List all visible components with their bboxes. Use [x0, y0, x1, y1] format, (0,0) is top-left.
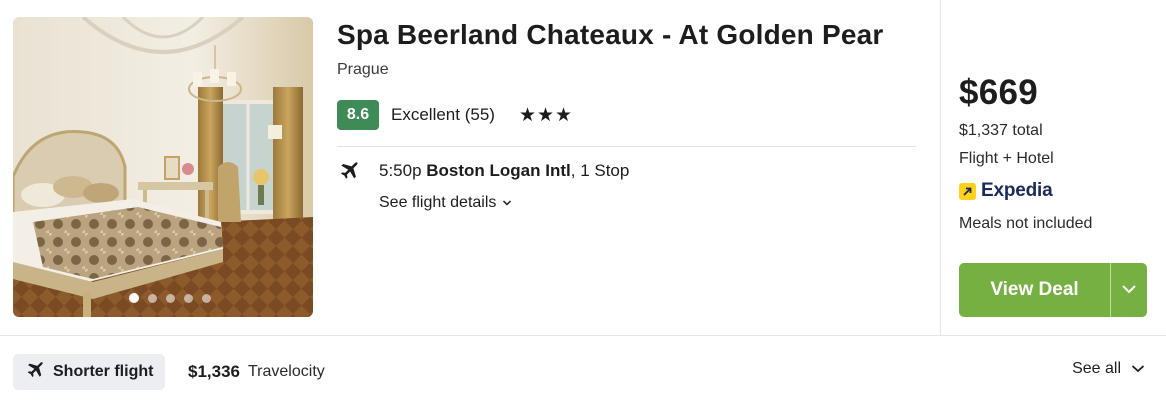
- rating-text[interactable]: Excellent (55): [391, 105, 495, 125]
- alternate-provider[interactable]: Travelocity: [248, 363, 325, 381]
- hotel-result-card: Spa Beerland Chateaux - At Golden Pear P…: [0, 0, 1166, 406]
- provider-name: Expedia: [981, 180, 1053, 201]
- chevron-down-icon: [502, 194, 512, 212]
- divider: [337, 146, 916, 147]
- alternate-deals-bar: Shorter flight $1,336 Travelocity See al…: [0, 336, 1166, 406]
- airplane-icon: [337, 159, 361, 183]
- see-all-button[interactable]: See all: [1072, 360, 1145, 378]
- expedia-logo-icon: [959, 182, 976, 200]
- chevron-down-icon: [1131, 360, 1145, 378]
- see-all-label: See all: [1072, 360, 1121, 377]
- view-deal-button[interactable]: View Deal: [959, 263, 1110, 317]
- carousel-dot[interactable]: [202, 293, 211, 303]
- deal-options-dropdown[interactable]: [1111, 263, 1147, 317]
- score-badge: 8.6: [337, 100, 379, 130]
- rating-row: 8.6 Excellent (55) ★★★: [337, 100, 573, 130]
- hotel-name[interactable]: Spa Beerland Chateaux - At Golden Pear: [337, 19, 883, 51]
- column-divider: [940, 0, 941, 336]
- chevron-down-icon: [1121, 281, 1137, 299]
- flight-text: 5:50p Boston Logan Intl, 1 Stop: [379, 161, 629, 181]
- hotel-photo-carousel[interactable]: [13, 17, 313, 317]
- carousel-dot[interactable]: [148, 293, 157, 303]
- provider[interactable]: Expedia: [959, 179, 1053, 203]
- flight-airport: Boston Logan Intl: [426, 161, 571, 180]
- flight-summary: 5:50p Boston Logan Intl, 1 Stop: [337, 158, 629, 184]
- shorter-flight-chip[interactable]: Shorter flight: [13, 354, 166, 390]
- package-type: Flight + Hotel: [959, 150, 1054, 167]
- carousel-dot[interactable]: [184, 293, 193, 303]
- airplane-icon: [25, 360, 45, 385]
- star-rating: ★★★: [518, 104, 574, 126]
- flight-time: 5:50p: [379, 161, 427, 180]
- deal-total: $1,337 total: [959, 122, 1043, 139]
- deal-price: $669: [959, 73, 1039, 112]
- flight-stops: , 1 Stop: [570, 161, 630, 180]
- see-flight-details-link[interactable]: See flight details: [379, 194, 512, 212]
- view-deal-button-group: View Deal: [959, 263, 1147, 317]
- chip-label: Shorter flight: [53, 363, 154, 380]
- carousel-dot[interactable]: [166, 293, 175, 303]
- hotel-city: Prague: [337, 61, 389, 78]
- carousel-dot[interactable]: [129, 293, 139, 303]
- hotel-room-photo: [13, 17, 313, 317]
- flight-details-label: See flight details: [379, 194, 497, 211]
- carousel-dots: [13, 293, 313, 303]
- alternate-price[interactable]: $1,336: [188, 362, 240, 382]
- meals-info: Meals not included: [959, 215, 1093, 232]
